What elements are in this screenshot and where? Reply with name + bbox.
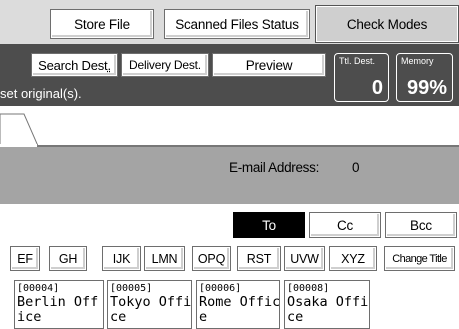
destination-code: [00006]: [199, 283, 242, 294]
status-message: set original(s).: [0, 86, 82, 101]
destination-code: [00004]: [17, 283, 60, 294]
letter-tab-ef[interactable]: EF: [10, 246, 40, 271]
change-title-button[interactable]: Change Title: [384, 246, 455, 271]
search-dest-label: Search Dest: [38, 57, 108, 73]
cc-button[interactable]: Cc: [309, 212, 381, 238]
destination-name: Tokyo Office: [110, 294, 192, 325]
destination-entry[interactable]: [00005] Tokyo Office: [107, 280, 192, 329]
memory-label: Memory: [401, 56, 434, 66]
destination-name: Rome Office: [199, 294, 280, 325]
scanned-files-status-button[interactable]: Scanned Files Status: [164, 9, 310, 39]
destination-header: [0, 147, 459, 204]
destination-entry[interactable]: [00004] Berlin Office: [14, 280, 104, 329]
search-destination-button[interactable]: Search Dest.: [31, 53, 118, 77]
letter-tab-gh[interactable]: GH: [49, 246, 87, 271]
email-address-label: E-mail Address:: [229, 160, 320, 175]
to-button[interactable]: To: [233, 212, 305, 238]
letter-tab-rst[interactable]: RST: [237, 246, 281, 271]
delivery-destination-button[interactable]: Delivery Dest.: [121, 53, 209, 77]
destination-code: [00005]: [110, 283, 153, 294]
store-file-button[interactable]: Store File: [50, 9, 154, 39]
destination-code: [00008]: [287, 283, 330, 294]
check-modes-button[interactable]: Check Modes: [315, 5, 459, 43]
preview-button[interactable]: Preview: [212, 53, 326, 77]
destination-entry[interactable]: [00008] Osaka Office: [284, 280, 370, 329]
total-destinations-value: 0: [371, 77, 383, 99]
total-destinations-label: Ttl. Dest.: [339, 56, 376, 66]
bcc-button[interactable]: Bcc: [385, 212, 457, 238]
destination-entry[interactable]: [00006] Rome Office: [196, 280, 280, 329]
search-dest-suffix: .: [107, 57, 111, 73]
memory-counter: Memory 99%: [396, 53, 453, 102]
letter-tab-ijk[interactable]: IJK: [102, 246, 141, 271]
letter-tab-lmn[interactable]: LMN: [144, 246, 185, 271]
total-destinations-counter: Ttl. Dest. 0: [334, 53, 389, 102]
email-address-count: 0: [352, 160, 360, 175]
destination-tab[interactable]: [0, 106, 60, 148]
memory-value: 99%: [406, 77, 447, 99]
letter-tab-xyz[interactable]: XYZ: [329, 246, 377, 271]
letter-tab-opq[interactable]: OPQ: [192, 246, 231, 271]
destination-name: Osaka Office: [287, 294, 369, 325]
tab-strip: [0, 106, 459, 146]
destination-name: Berlin Office: [17, 294, 99, 325]
letter-tab-uvw[interactable]: UVW: [284, 246, 325, 271]
